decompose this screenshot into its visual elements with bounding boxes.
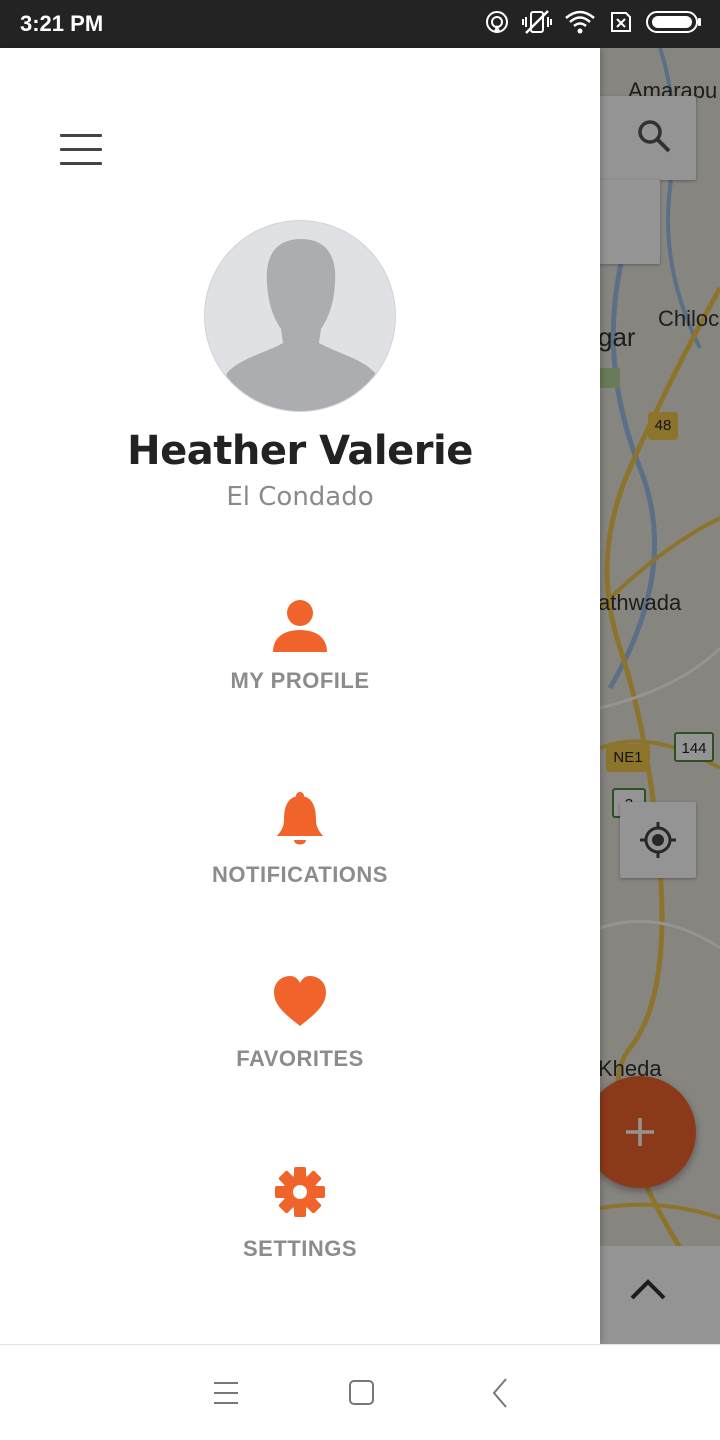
menu-item-settings[interactable]: SETTINGS (150, 1164, 450, 1294)
navigation-drawer: Heather Valerie El Condado MY PROFILE NO… (0, 48, 600, 1344)
user-location: El Condado (226, 482, 374, 512)
person-icon (272, 596, 328, 652)
menu-item-label: SETTINGS (242, 1236, 357, 1261)
menu-item-label: FAVORITES (236, 1046, 364, 1071)
no-sim-icon (608, 9, 634, 40)
status-icons (484, 9, 702, 40)
menu-item-notifications[interactable]: NOTIFICATIONS (150, 790, 450, 920)
system-nav-bar (0, 1344, 720, 1440)
bell-icon (272, 790, 328, 846)
wifi-icon (564, 9, 596, 40)
status-bar: 3:21 PM (0, 0, 720, 48)
fab-scrim (584, 1076, 696, 1188)
vibrate-off-icon (522, 9, 552, 40)
battery-icon (646, 10, 702, 39)
home-icon[interactable] (342, 1375, 382, 1411)
heart-icon (272, 974, 328, 1030)
status-time: 3:21 PM (20, 11, 104, 36)
menu-item-label: MY PROFILE (230, 668, 370, 693)
hotspot-icon (484, 9, 510, 40)
menu-item-favorites[interactable]: FAVORITES (150, 974, 450, 1104)
menu-icon[interactable] (206, 1375, 246, 1411)
user-name: Heather Valerie (127, 428, 473, 474)
avatar[interactable] (204, 220, 396, 412)
back-icon[interactable] (480, 1375, 520, 1411)
menu-toggle-button[interactable] (56, 126, 106, 166)
gear-icon (272, 1164, 328, 1220)
menu-item-my-profile[interactable]: MY PROFILE (150, 596, 450, 726)
menu-item-label: NOTIFICATIONS (212, 862, 388, 887)
default-avatar-icon (219, 239, 383, 411)
